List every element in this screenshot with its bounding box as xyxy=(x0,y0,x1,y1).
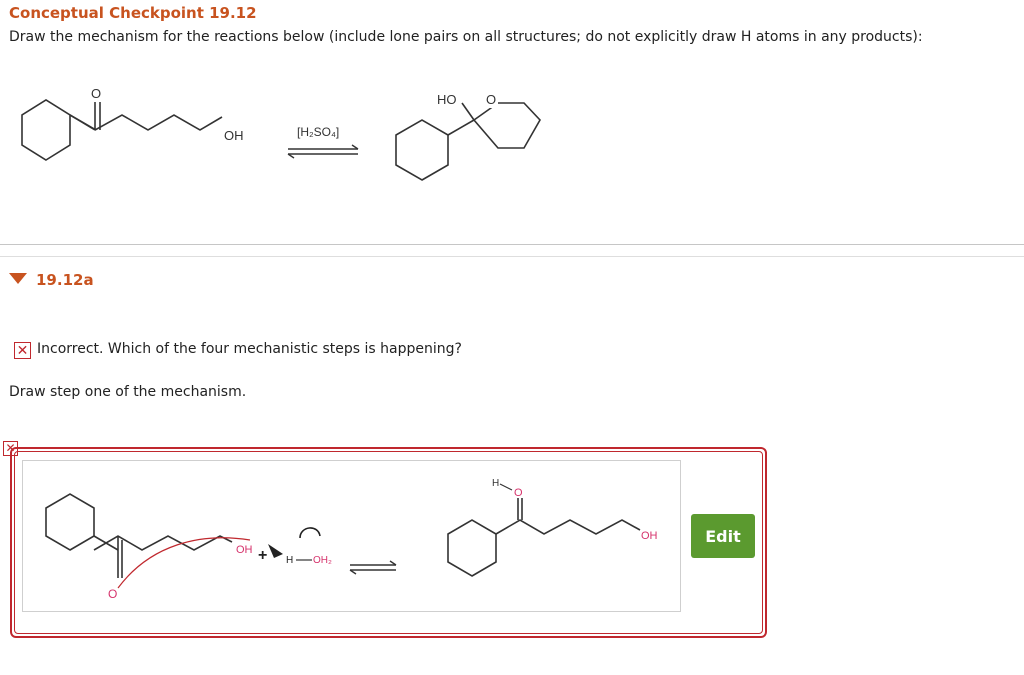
product-pyran-ring xyxy=(472,102,541,149)
feedback-message: ✕ Incorrect. Which of the four mechanisti… xyxy=(14,341,462,359)
product-cyclohexane-ring xyxy=(395,119,449,181)
section-label: 19.12a xyxy=(36,271,94,289)
section-toggle-19-12a[interactable]: 19.12a xyxy=(9,271,94,289)
edit-button[interactable]: Edit xyxy=(691,514,755,558)
step-prompt: Draw step one of the mechanism. xyxy=(9,384,247,400)
reactant-carbonyl-oxygen: O xyxy=(91,86,101,101)
answer-equilibrium-arrows xyxy=(349,560,397,575)
divider xyxy=(0,256,1024,257)
product-ring-oxygen: O xyxy=(486,92,496,107)
answer-cyclohexane-ring xyxy=(45,493,95,551)
answer-product-hydrogen: H xyxy=(492,478,499,489)
divider xyxy=(0,244,1024,245)
page-title: Conceptual Checkpoint 19.12 xyxy=(9,4,257,22)
answer-protonated-oxygen: O xyxy=(514,487,523,499)
answer-right-hydroxyl: OH xyxy=(641,530,658,542)
reactant-cyclohexane-ring xyxy=(21,99,71,161)
answer-drawing: O OH + H OH₂ H O OH xyxy=(45,478,658,601)
incorrect-icon: ✕ xyxy=(14,342,31,359)
reactant-hydroxyl-label: OH xyxy=(224,128,244,143)
product-structure xyxy=(395,102,541,181)
plus-sign: + xyxy=(258,547,267,564)
reaction-scheme: O OH [H₂SO₄] HO O xyxy=(21,86,541,181)
product-hydroxyl-label: HO xyxy=(437,92,457,107)
answer-product-cyclohexane-ring xyxy=(447,519,497,577)
reactant-structure xyxy=(21,99,223,161)
acid-hydrogen: H xyxy=(286,555,293,566)
curved-arrow-proton xyxy=(299,527,321,539)
equilibrium-arrows xyxy=(287,144,359,159)
answer-left-hydroxyl: OH xyxy=(236,544,253,556)
answer-carbonyl-oxygen: O xyxy=(108,587,117,601)
catalyst-label: [H₂SO₄] xyxy=(297,125,339,139)
arrow-head-icon xyxy=(268,544,283,558)
collapse-triangle-icon xyxy=(9,273,27,284)
feedback-text: Incorrect. Which of the four mechanistic… xyxy=(37,341,462,357)
answer-product-structure xyxy=(447,498,641,577)
question-instructions: Draw the mechanism for the reactions bel… xyxy=(9,29,923,45)
acid-oxonium: OH₂ xyxy=(313,555,332,566)
